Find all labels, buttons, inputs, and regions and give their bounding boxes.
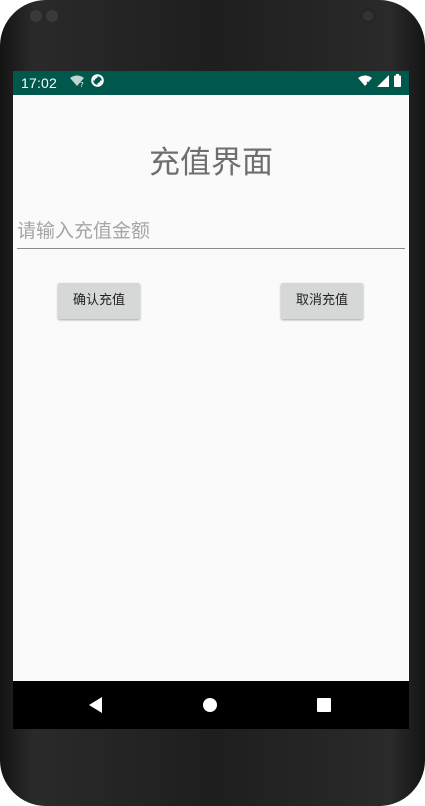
status-right-icons: [358, 74, 401, 92]
back-icon[interactable]: [89, 697, 103, 717]
phone-frame: 17:02 ? 充值界面 请输入充值金额 确认充值 取消充值: [0, 0, 425, 806]
page-title: 充值界面: [149, 145, 273, 181]
cancel-recharge-button[interactable]: 取消充值: [281, 283, 363, 319]
battery-icon: [394, 74, 401, 92]
status-time: 17:02: [21, 75, 58, 91]
wifi-question-icon: ?: [69, 74, 85, 92]
speaker-dot: [46, 10, 58, 22]
status-left-icons: ?: [69, 74, 104, 92]
svg-text:?: ?: [80, 81, 84, 87]
home-icon[interactable]: [203, 698, 217, 712]
speaker-dot: [30, 10, 42, 22]
wifi-x-icon: [358, 74, 372, 92]
speaker-grille: [30, 10, 64, 22]
recents-icon[interactable]: [317, 698, 331, 712]
do-not-disturb-icon: [91, 74, 104, 92]
status-bar: 17:02 ?: [13, 71, 409, 95]
navigation-bar: [13, 681, 409, 729]
amount-field[interactable]: [17, 216, 405, 249]
front-camera-icon: [360, 8, 376, 24]
amount-input[interactable]: [17, 216, 405, 246]
signal-icon: [377, 74, 389, 92]
confirm-recharge-button[interactable]: 确认充值: [58, 283, 140, 319]
screen: 17:02 ? 充值界面 请输入充值金额 确认充值 取消充值: [13, 71, 409, 729]
